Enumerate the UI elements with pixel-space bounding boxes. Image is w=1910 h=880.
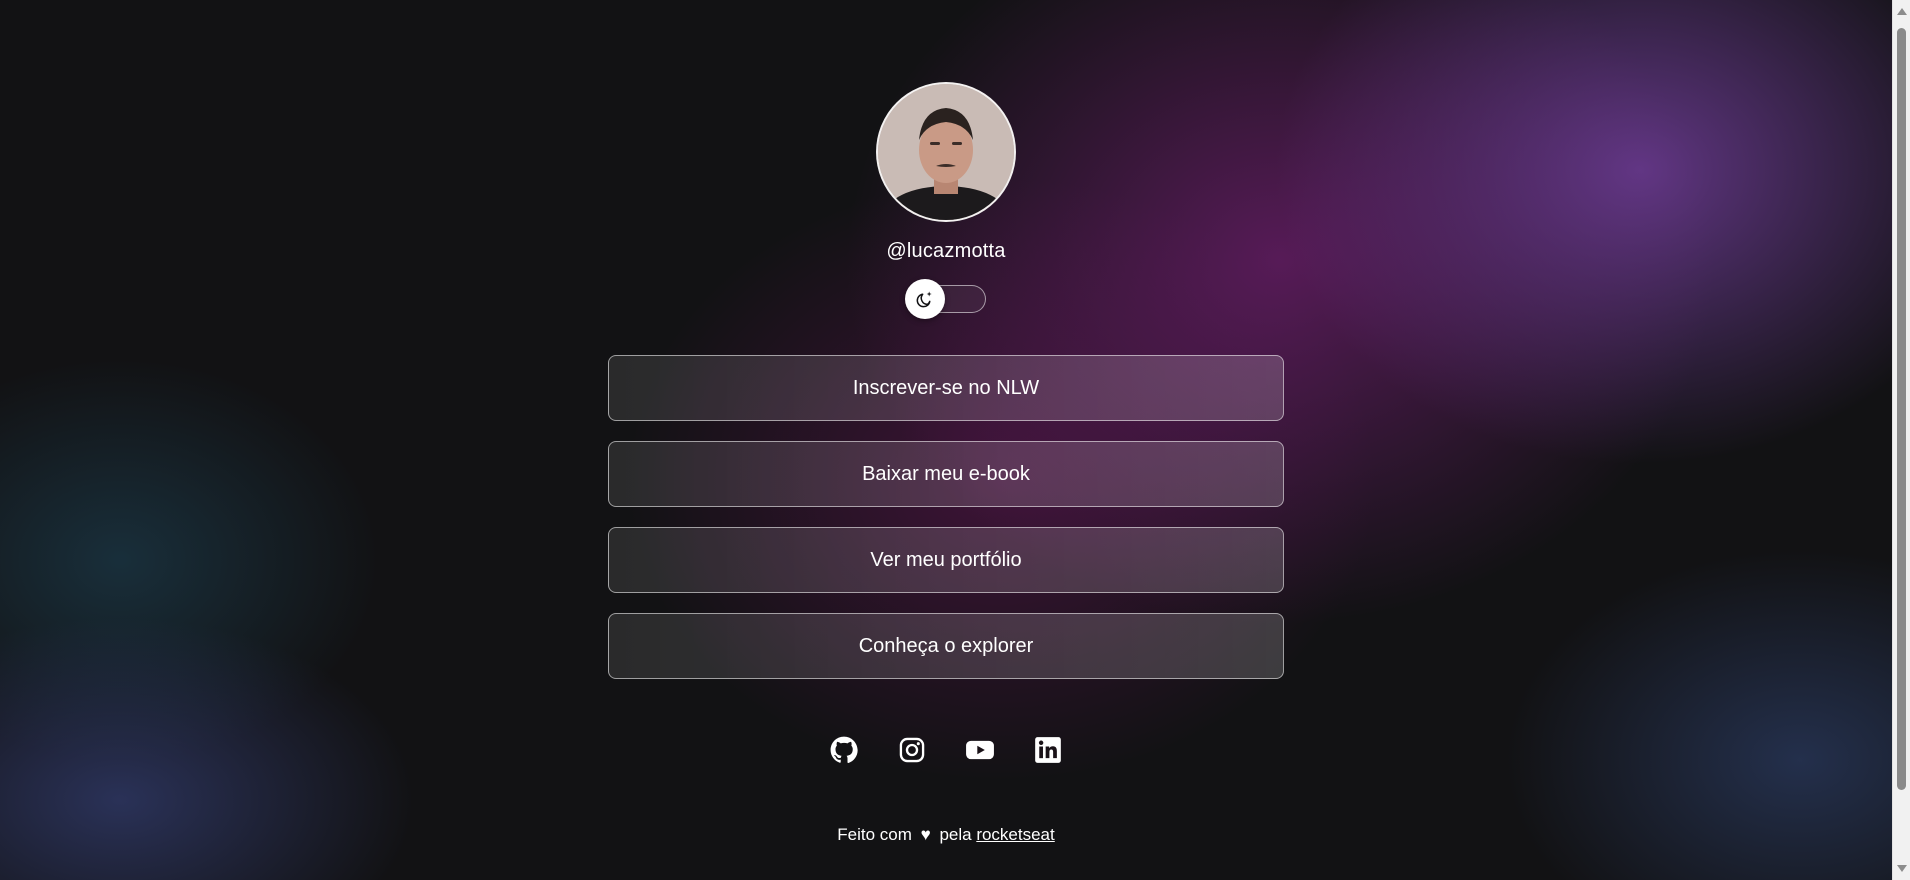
theme-toggle-knob[interactable] <box>905 279 945 319</box>
scroll-down-arrow[interactable] <box>1897 865 1907 872</box>
heart-icon: ♥ <box>920 825 931 844</box>
vertical-scrollbar[interactable] <box>1892 0 1910 880</box>
github-icon <box>830 736 858 763</box>
instagram-link[interactable] <box>897 735 927 765</box>
youtube-link[interactable] <box>965 735 995 765</box>
link-button-portfolio[interactable]: Ver meu portfólio <box>608 527 1284 593</box>
link-button-nlw[interactable]: Inscrever-se no NLW <box>608 355 1284 421</box>
github-link[interactable] <box>829 735 859 765</box>
scroll-thumb[interactable] <box>1897 28 1906 790</box>
instagram-icon <box>899 737 925 763</box>
links-list: Inscrever-se no NLW Baixar meu e-book Ve… <box>608 355 1284 679</box>
profile-handle: @lucazmotta <box>886 240 1006 262</box>
footer-text-middle: pela <box>939 825 972 844</box>
youtube-icon <box>966 740 994 760</box>
avatar <box>876 82 1016 222</box>
moon-stars-icon <box>916 291 932 308</box>
rocketseat-link[interactable]: rocketseat <box>976 825 1054 844</box>
linkedin-icon <box>1035 737 1061 763</box>
link-button-explorer[interactable]: Conheça o explorer <box>608 613 1284 679</box>
avatar-photo <box>878 84 1014 220</box>
scroll-up-arrow[interactable] <box>1897 8 1907 15</box>
link-button-ebook[interactable]: Baixar meu e-book <box>608 441 1284 507</box>
profile-container: @lucazmotta Inscrever-se no NLW Baixar m… <box>608 82 1284 845</box>
theme-toggle[interactable] <box>905 279 986 319</box>
social-links <box>829 735 1063 765</box>
footer: Feito com ♥ pela rocketseat <box>837 825 1055 845</box>
linkedin-link[interactable] <box>1033 735 1063 765</box>
footer-text: Feito com <box>837 825 912 844</box>
